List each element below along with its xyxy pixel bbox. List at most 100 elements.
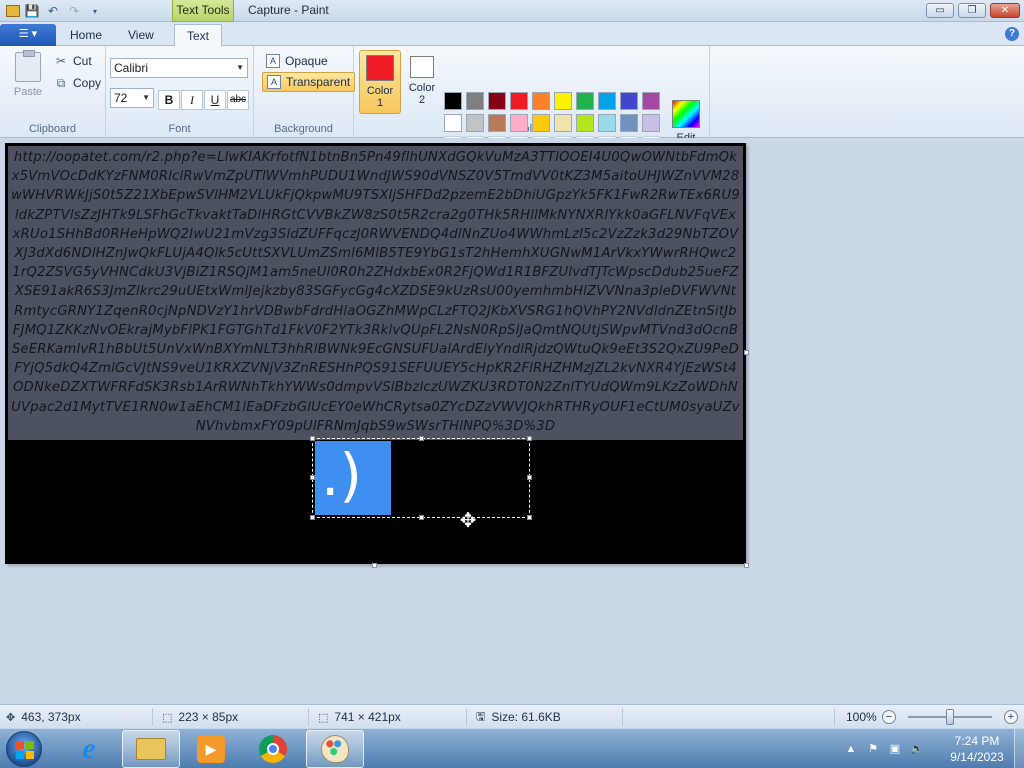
canvas-resize-handle-se[interactable] bbox=[744, 563, 749, 568]
palette-color-swatch[interactable] bbox=[510, 114, 528, 132]
minimize-button[interactable]: ▭ bbox=[926, 3, 954, 18]
palette-color-swatch[interactable] bbox=[488, 114, 506, 132]
selected-text[interactable]: .) bbox=[315, 441, 391, 515]
taskbar-app-media-player[interactable]: ▶ bbox=[182, 730, 240, 768]
scissors-icon: ✂ bbox=[55, 54, 67, 68]
palette-color-swatch[interactable] bbox=[598, 92, 616, 110]
customize-qat-icon[interactable]: ▾ bbox=[86, 3, 104, 19]
palette-color-swatch[interactable] bbox=[642, 114, 660, 132]
font-size-value: 72 bbox=[114, 91, 128, 105]
palette-color-swatch[interactable] bbox=[620, 114, 638, 132]
palette-color-swatch[interactable] bbox=[554, 92, 572, 110]
color-spectrum-icon bbox=[672, 100, 700, 128]
move-cursor-icon: ✥ bbox=[459, 510, 477, 532]
undo-icon[interactable]: ↶ bbox=[44, 3, 62, 19]
resize-handle-sw[interactable] bbox=[310, 515, 315, 520]
underline-button[interactable]: U bbox=[204, 90, 226, 110]
italic-button[interactable]: I bbox=[181, 90, 203, 110]
palette-color-swatch[interactable] bbox=[576, 92, 594, 110]
palette-color-swatch[interactable] bbox=[642, 92, 660, 110]
palette-color-swatch[interactable] bbox=[510, 92, 528, 110]
color2-button[interactable]: Color 2 bbox=[401, 50, 443, 114]
resize-handle-ne[interactable] bbox=[527, 436, 532, 441]
transparent-label: Transparent bbox=[286, 75, 351, 89]
palette-color-swatch[interactable] bbox=[444, 92, 462, 110]
palette-color-swatch[interactable] bbox=[466, 114, 484, 132]
drawing-canvas[interactable]: http://oopatet.com/r2.php?e=LlwKIAKrfotf… bbox=[5, 143, 746, 564]
show-hidden-icons-icon[interactable]: ▲ bbox=[844, 742, 858, 756]
strikethrough-button[interactable]: abc bbox=[227, 90, 249, 110]
file-size-value: Size: 61.6KB bbox=[491, 710, 561, 724]
zoom-out-button[interactable]: − bbox=[882, 710, 896, 724]
resize-handle-nw[interactable] bbox=[310, 436, 315, 441]
redo-icon[interactable]: ↷ bbox=[65, 3, 83, 19]
font-group-label: Font bbox=[168, 123, 191, 135]
color1-button[interactable]: Color 1 bbox=[359, 50, 401, 114]
taskbar-app-chrome[interactable] bbox=[244, 730, 302, 768]
close-button[interactable]: ✕ bbox=[990, 3, 1020, 18]
clock-date[interactable]: 9/14/2023 bbox=[942, 750, 1012, 764]
file-size: 🖫 Size: 61.6KB bbox=[476, 710, 561, 724]
url-text: http://oopatet.com/r2.php?e=LlwKIAKrfotf… bbox=[11, 150, 740, 434]
canvas-workspace[interactable]: http://oopatet.com/r2.php?e=LlwKIAKrfotf… bbox=[0, 138, 1024, 704]
status-divider bbox=[834, 708, 835, 726]
resize-handle-s[interactable] bbox=[419, 515, 424, 520]
opaque-button[interactable]: A Opaque bbox=[262, 51, 332, 71]
font-family-dropdown[interactable]: Calibri ▼ bbox=[110, 58, 248, 78]
font-group: Calibri ▼ 72 ▼ B I U abc Font bbox=[106, 46, 254, 138]
copy-label: Copy bbox=[73, 76, 102, 90]
palette-color-swatch[interactable] bbox=[576, 114, 594, 132]
paste-button[interactable]: Paste bbox=[8, 50, 48, 102]
start-button[interactable] bbox=[6, 731, 42, 767]
clipboard-group-label: Clipboard bbox=[28, 123, 77, 135]
color2-label: Color 2 bbox=[408, 82, 436, 106]
zoom-in-button[interactable]: + bbox=[1004, 710, 1018, 724]
palette-color-swatch[interactable] bbox=[598, 114, 616, 132]
palette-color-swatch[interactable] bbox=[532, 114, 550, 132]
network-icon[interactable]: ▣ bbox=[888, 742, 902, 756]
text-tools-context-tab: Text Tools bbox=[172, 0, 234, 22]
bold-button[interactable]: B bbox=[158, 90, 180, 110]
taskbar-app-explorer[interactable] bbox=[122, 730, 180, 768]
canvas-resize-handle-s[interactable] bbox=[372, 563, 377, 568]
app-icon[interactable] bbox=[6, 5, 20, 17]
help-icon[interactable]: ? bbox=[1005, 27, 1019, 41]
show-desktop-button[interactable] bbox=[1014, 729, 1024, 768]
taskbar-app-ie[interactable]: e bbox=[60, 730, 118, 768]
tab-home[interactable]: Home bbox=[58, 24, 114, 46]
resize-handle-n[interactable] bbox=[419, 436, 424, 441]
resize-handle-e[interactable] bbox=[527, 475, 532, 480]
action-center-icon[interactable]: ⚑ bbox=[866, 742, 880, 756]
canvas-resize-handle-e[interactable] bbox=[744, 350, 749, 355]
resize-handle-se[interactable] bbox=[527, 515, 532, 520]
font-size-dropdown[interactable]: 72 ▼ bbox=[110, 88, 154, 108]
media-player-icon: ▶ bbox=[197, 735, 225, 763]
paint-menu-button[interactable]: ☰ ▾ bbox=[0, 24, 56, 46]
palette-color-swatch[interactable] bbox=[554, 114, 572, 132]
palette-color-swatch[interactable] bbox=[488, 92, 506, 110]
tab-view[interactable]: View bbox=[116, 24, 166, 46]
canvas-size-value: 741 × 421px bbox=[334, 710, 401, 724]
resize-handle-w[interactable] bbox=[310, 475, 315, 480]
taskbar: e ▶ ▲ ⚑ ▣ 🔈 7:24 PM 9/14/2023 bbox=[0, 728, 1024, 768]
status-divider bbox=[622, 708, 623, 726]
clipboard-group: Paste ✂ Cut ⧉ Copy Clipboard bbox=[0, 46, 106, 138]
save-icon[interactable]: 💾 bbox=[23, 3, 41, 19]
palette-color-swatch[interactable] bbox=[620, 92, 638, 110]
taskbar-app-paint[interactable] bbox=[306, 730, 364, 768]
ribbon-tab-bar: ☰ ▾ Home View Text ? bbox=[0, 22, 1024, 47]
palette-color-swatch[interactable] bbox=[466, 92, 484, 110]
palette-color-swatch[interactable] bbox=[444, 114, 462, 132]
zoom-slider-thumb[interactable] bbox=[946, 709, 954, 725]
transparent-button[interactable]: A Transparent bbox=[262, 72, 356, 92]
text-selection-box[interactable]: .) bbox=[310, 436, 532, 520]
tab-text[interactable]: Text bbox=[174, 24, 223, 47]
clock-time[interactable]: 7:24 PM bbox=[942, 734, 1012, 748]
move-icon: ✥ bbox=[6, 711, 16, 724]
maximize-button[interactable]: ❐ bbox=[958, 3, 986, 18]
palette-color-swatch[interactable] bbox=[532, 92, 550, 110]
cursor-position: ✥ 463, 373px bbox=[6, 710, 81, 724]
volume-icon[interactable]: 🔈 bbox=[910, 742, 924, 756]
copy-button[interactable]: ⧉ Copy bbox=[54, 74, 101, 92]
cut-button[interactable]: ✂ Cut bbox=[54, 52, 92, 70]
